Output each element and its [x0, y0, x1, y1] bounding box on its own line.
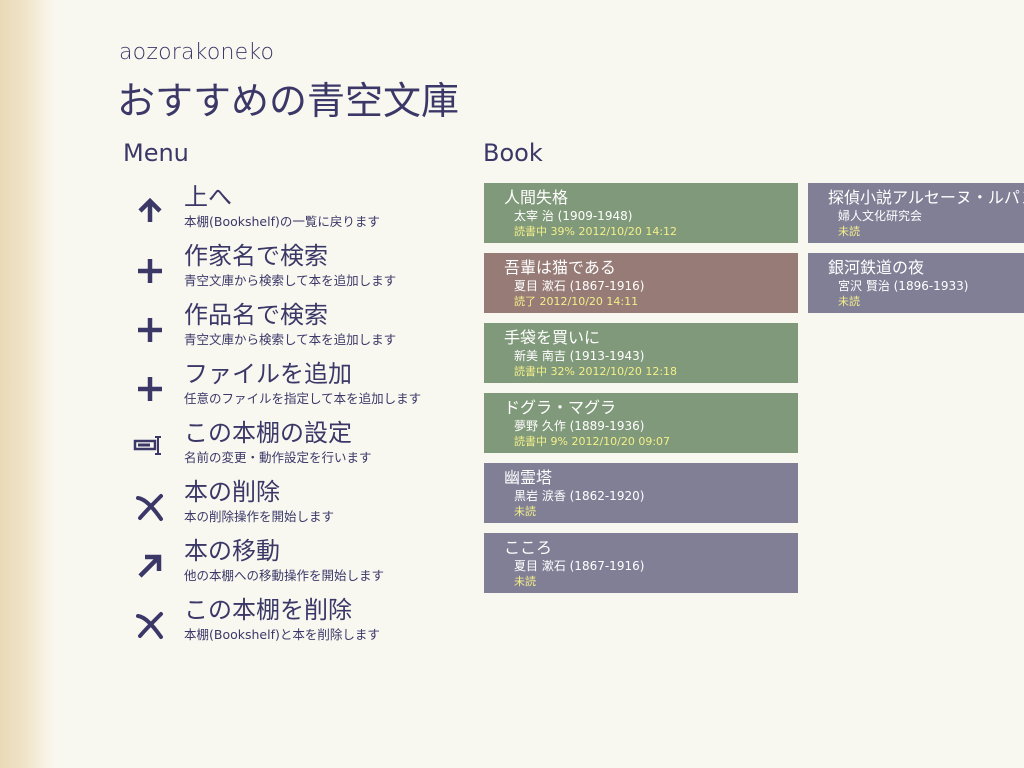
book-author: 黒岩 涙香 (1862-1920) — [514, 489, 645, 503]
book-status: 読書中 9% 2012/10/20 09:07 — [514, 435, 671, 448]
menu-item-description: 本の削除操作を開始します — [184, 509, 335, 524]
page-title: おすすめの青空文庫 — [117, 79, 460, 123]
book-author: 夏目 漱石 (1867-1916) — [514, 559, 645, 573]
menu-heading: Menu — [123, 139, 189, 167]
menu-item-label: この本棚を削除 — [184, 596, 352, 624]
menu-item-description: 青空文庫から検索して本を追加します — [184, 332, 397, 347]
book-status: 読書中 39% 2012/10/20 14:12 — [514, 225, 678, 238]
book-status: 読書中 32% 2012/10/20 12:18 — [514, 365, 678, 378]
menu-item-move-book[interactable]: 本の移動 他の本棚への移動操作を開始します — [130, 536, 460, 595]
book-title: ドグラ・マグラ — [504, 398, 617, 417]
menu-item-description: 本棚(Bookshelf)の一覧に戻ります — [184, 214, 380, 229]
plus-icon — [138, 377, 162, 401]
menu-item-add-file[interactable]: ファイルを追加 任意のファイルを指定して本を追加します — [130, 359, 460, 418]
menu-item-label: 作品名で検索 — [184, 301, 328, 329]
book-author: 太宰 治 (1909-1948) — [514, 209, 633, 223]
book-title: 探偵小説アルセーヌ・ルパン — [828, 188, 1024, 207]
menu-item-description: 本棚(Bookshelf)と本を削除します — [184, 627, 380, 642]
plus-icon — [138, 318, 162, 342]
move-arrow-icon — [138, 554, 162, 578]
arrow-up-icon — [138, 197, 162, 222]
book-author: 新美 南吉 (1913-1943) — [514, 349, 645, 363]
book-title: 銀河鉄道の夜 — [828, 258, 925, 277]
delete-icon — [136, 612, 163, 639]
menu-item-label: 上へ — [184, 183, 232, 211]
menu-list: 上へ 本棚(Bookshelf)の一覧に戻ります 作家名で検索 青空文庫から検索… — [130, 182, 460, 654]
book-status: 読了 2012/10/20 14:11 — [514, 295, 639, 308]
book-tile[interactable]: 吾輩は猫である 夏目 漱石 (1867-1916) 読了 2012/10/20 … — [484, 253, 798, 313]
rename-icon — [133, 436, 161, 455]
menu-item-description: 任意のファイルを指定して本を追加します — [184, 391, 422, 406]
book-title: 幽霊塔 — [504, 468, 553, 487]
book-author: 宮沢 賢治 (1896-1933) — [838, 279, 969, 293]
delete-icon — [136, 494, 163, 521]
book-heading: Book — [483, 139, 543, 167]
menu-item-up[interactable]: 上へ 本棚(Bookshelf)の一覧に戻ります — [130, 182, 460, 241]
book-author: 夏目 漱石 (1867-1916) — [514, 279, 645, 293]
book-status: 未読 — [514, 575, 536, 588]
menu-item-description: 青空文庫から検索して本を追加します — [184, 273, 397, 288]
menu-item-delete-shelf[interactable]: この本棚を削除 本棚(Bookshelf)と本を削除します — [130, 595, 460, 654]
book-grid: 人間失格 太宰 治 (1909-1948) 読書中 39% 2012/10/20… — [484, 183, 1024, 603]
menu-item-label: 作家名で検索 — [184, 242, 328, 270]
book-title: 手袋を買いに — [504, 328, 601, 347]
book-tile[interactable]: ドグラ・マグラ 夢野 久作 (1889-1936) 読書中 9% 2012/10… — [484, 393, 798, 453]
book-tile[interactable]: 銀河鉄道の夜 宮沢 賢治 (1896-1933) 未読 — [808, 253, 1024, 313]
book-tile[interactable]: 人間失格 太宰 治 (1909-1948) 読書中 39% 2012/10/20… — [484, 183, 798, 243]
book-author: 婦人文化研究会 — [838, 209, 923, 223]
book-title: 吾輩は猫である — [504, 258, 616, 277]
book-title: 人間失格 — [504, 188, 569, 207]
menu-item-description: 他の本棚への移動操作を開始します — [184, 568, 385, 583]
menu-item-search-title[interactable]: 作品名で検索 青空文庫から検索して本を追加します — [130, 300, 460, 359]
book-tile[interactable]: 幽霊塔 黒岩 涙香 (1862-1920) 未読 — [484, 463, 798, 523]
book-tile[interactable]: 探偵小説アルセーヌ・ルパン 婦人文化研究会 未読 — [808, 183, 1024, 243]
menu-item-label: この本棚の設定 — [184, 419, 352, 447]
menu-item-label: 本の移動 — [184, 537, 280, 565]
book-title: こころ — [504, 538, 553, 557]
book-status: 未読 — [514, 505, 536, 518]
menu-item-shelf-settings[interactable]: この本棚の設定 名前の変更・動作設定を行います — [130, 418, 460, 477]
book-tile[interactable]: こころ 夏目 漱石 (1867-1916) 未読 — [484, 533, 798, 593]
menu-item-description: 名前の変更・動作設定を行います — [184, 450, 372, 465]
menu-item-label: ファイルを追加 — [184, 360, 352, 388]
book-author: 夢野 久作 (1889-1936) — [514, 419, 645, 433]
book-status: 未読 — [838, 225, 860, 238]
menu-item-search-author[interactable]: 作家名で検索 青空文庫から検索して本を追加します — [130, 241, 460, 300]
book-tile[interactable]: 手袋を買いに 新美 南吉 (1913-1943) 読書中 32% 2012/10… — [484, 323, 798, 383]
menu-item-delete-book[interactable]: 本の削除 本の削除操作を開始します — [130, 477, 460, 536]
app-name: aozorakoneko — [119, 40, 275, 65]
book-status: 未読 — [838, 295, 860, 308]
plus-icon — [138, 259, 162, 283]
menu-item-label: 本の削除 — [184, 478, 280, 506]
book-spine-decoration — [0, 0, 56, 768]
